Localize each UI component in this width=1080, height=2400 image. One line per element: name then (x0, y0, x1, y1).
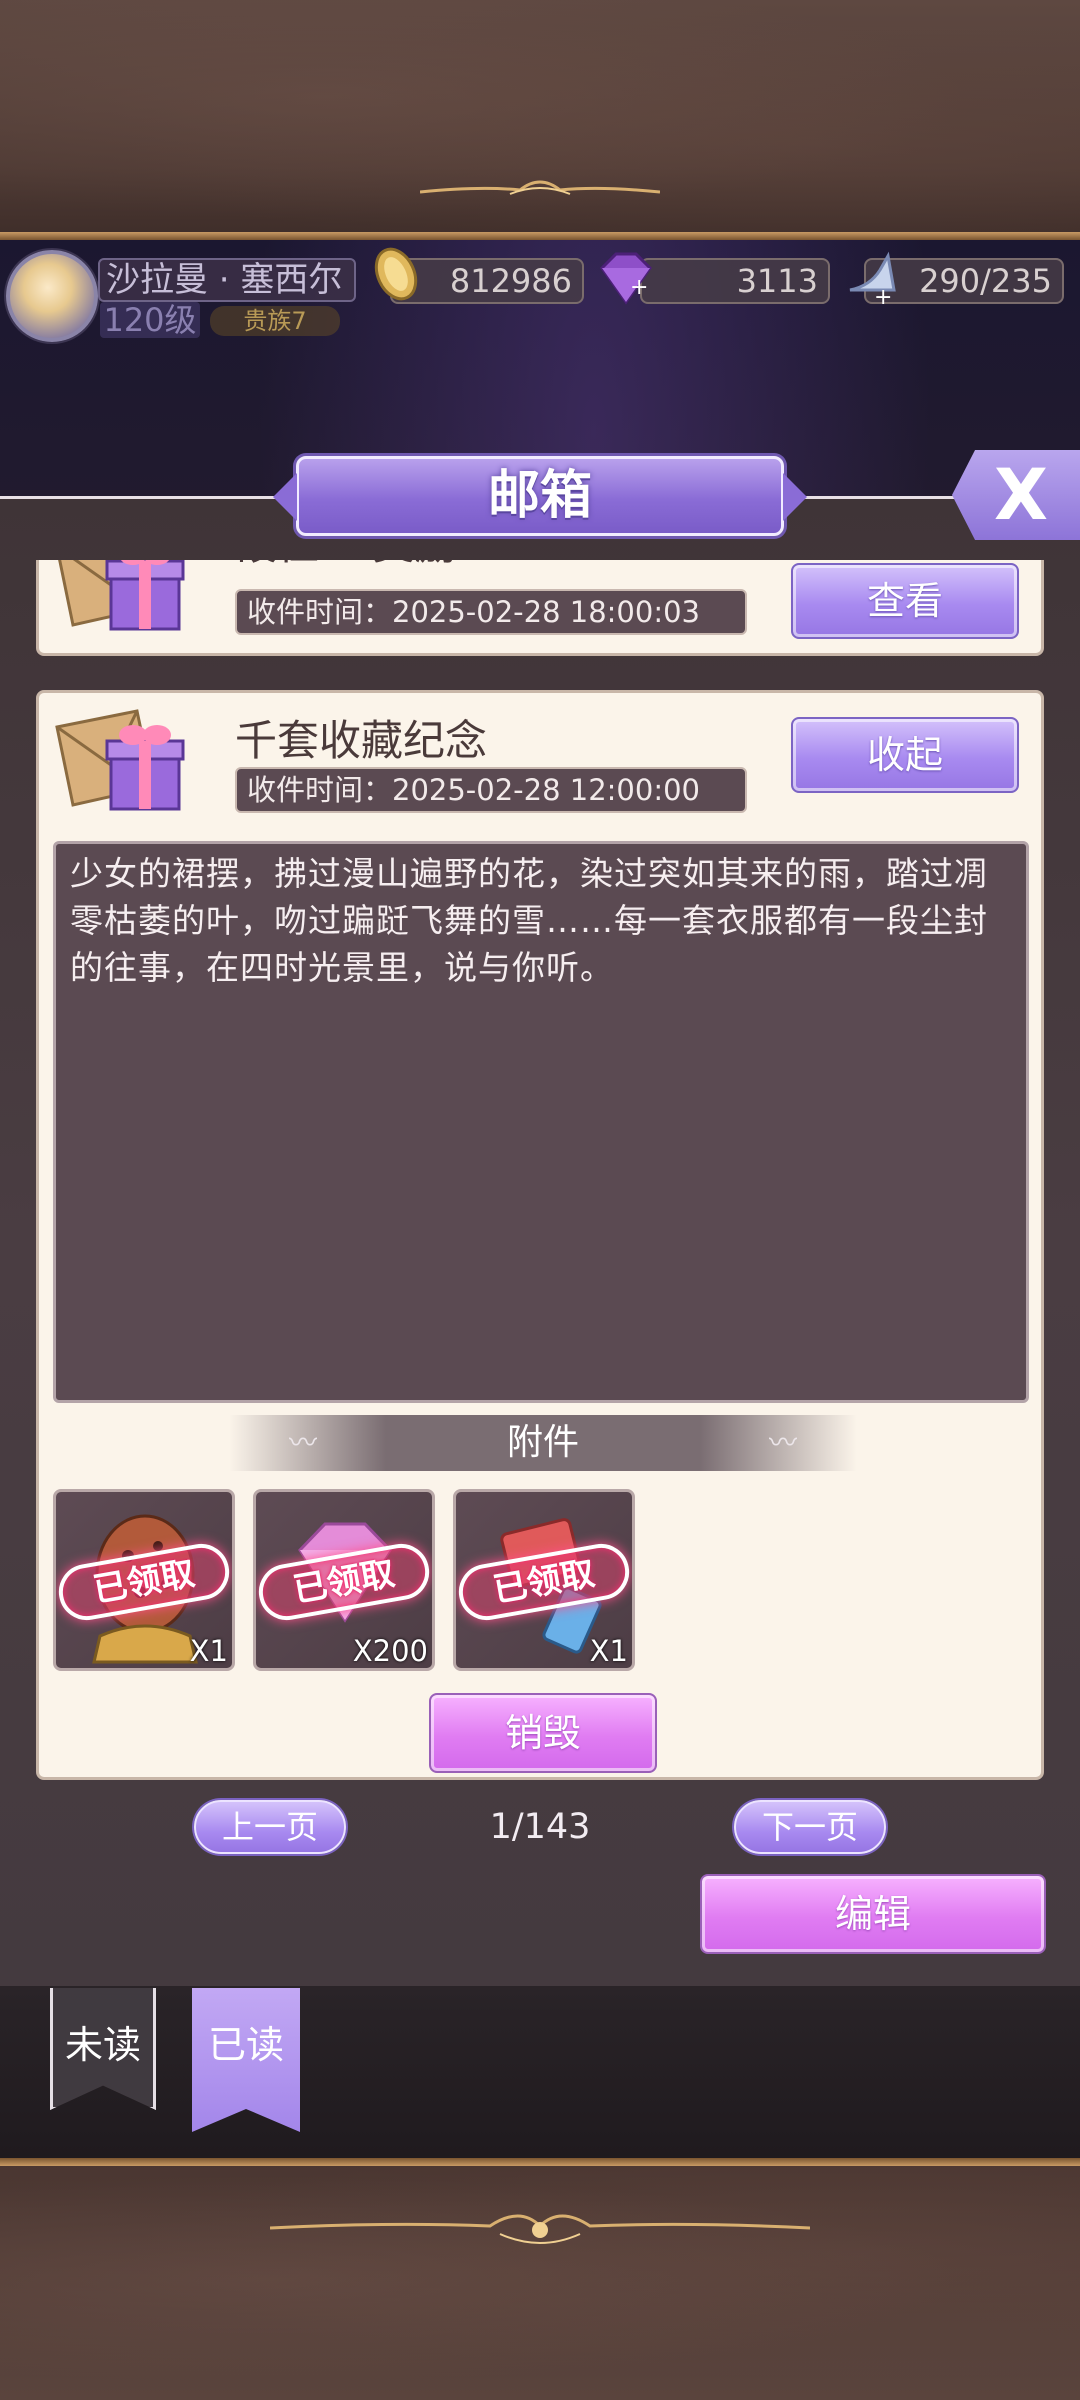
attachments-label: 附件 (506, 1422, 579, 1463)
tab-unread-label: 未读 (64, 2023, 141, 2067)
collapse-mail-button[interactable]: 收起 (791, 717, 1019, 793)
swirl-right-icon: 〰 (768, 1426, 797, 1459)
gold-coin-icon[interactable] (366, 240, 430, 304)
attachment-egg-ornament[interactable]: 已领取 X1 (53, 1489, 235, 1671)
mail-body-text: 少女的裙摆，拂过漫山遍野的花，染过突如其来的雨，踏过凋零枯萎的叶，吻过蹁跹飞舞的… (53, 841, 1029, 1403)
diamond-counter: 3113 (640, 258, 830, 304)
mail-received-time: 收件时间：2025-02-28 18:00:03 (235, 589, 747, 635)
mail-title: 段位20奖励 (235, 560, 456, 572)
next-page-button[interactable]: 下一页 (734, 1800, 886, 1854)
status-bar: 沙拉曼 · 塞西尔 120级 贵族7 812986 3113 + 290/235… (0, 244, 1080, 344)
gift-envelope-icon (55, 709, 185, 811)
attachment-ticket[interactable]: 已领取 X1 (453, 1489, 635, 1671)
tab-read-label: 已读 (207, 2023, 284, 2067)
page-indicator: 1/143 (489, 1807, 591, 1847)
attachment-pink-diamond[interactable]: 已领取 X200 (253, 1489, 435, 1671)
close-icon: X (994, 454, 1048, 536)
attachment-quantity: X1 (589, 1634, 628, 1668)
purple-diamond-icon[interactable]: + (594, 248, 658, 312)
attachment-quantity: X200 (352, 1634, 428, 1668)
glass-slipper-icon[interactable]: + (840, 246, 904, 310)
player-level: 120级 (100, 302, 200, 338)
mail-card-expanded[interactable]: 千套收藏纪念 收件时间：2025-02-28 12:00:00 收起 少女的裙摆… (36, 690, 1044, 1780)
destroy-mail-button[interactable]: 销毁 (429, 1693, 657, 1773)
bottom-ornament-band (0, 2158, 1080, 2400)
gift-envelope-icon (58, 560, 185, 631)
mail-card[interactable]: 段位20奖励 收件时间：2025-02-28 18:00:03 查看 (36, 560, 1044, 656)
svg-text:+: + (874, 285, 892, 310)
mail-list[interactable]: 段位20奖励 收件时间：2025-02-28 18:00:03 查看 千套收藏纪… (36, 560, 1044, 1782)
mail-title: 千套收藏纪念 (235, 716, 488, 765)
close-button[interactable]: X (952, 450, 1080, 540)
player-avatar[interactable] (6, 250, 98, 342)
gold-flourish-icon (420, 180, 660, 195)
attachment-quantity: X1 (189, 1634, 228, 1668)
tab-strip (0, 1986, 1080, 2158)
edit-button[interactable]: 编辑 (700, 1874, 1046, 1954)
attachments-header: 〰 附件 〰 (229, 1415, 857, 1471)
top-ornament-band (0, 0, 1080, 240)
dialog-title-banner: 邮箱 (273, 456, 807, 536)
dialog-title: 邮箱 (487, 466, 592, 526)
mail-received-time: 收件时间：2025-02-28 12:00:00 (235, 767, 747, 813)
svg-text:+: + (630, 275, 648, 300)
view-mail-button[interactable]: 查看 (791, 563, 1019, 639)
player-name: 沙拉曼 · 塞西尔 (98, 258, 356, 302)
player-rank-badge: 贵族7 (210, 306, 340, 336)
prev-page-button[interactable]: 上一页 (194, 1800, 346, 1854)
gold-flourish-icon (270, 2214, 810, 2244)
